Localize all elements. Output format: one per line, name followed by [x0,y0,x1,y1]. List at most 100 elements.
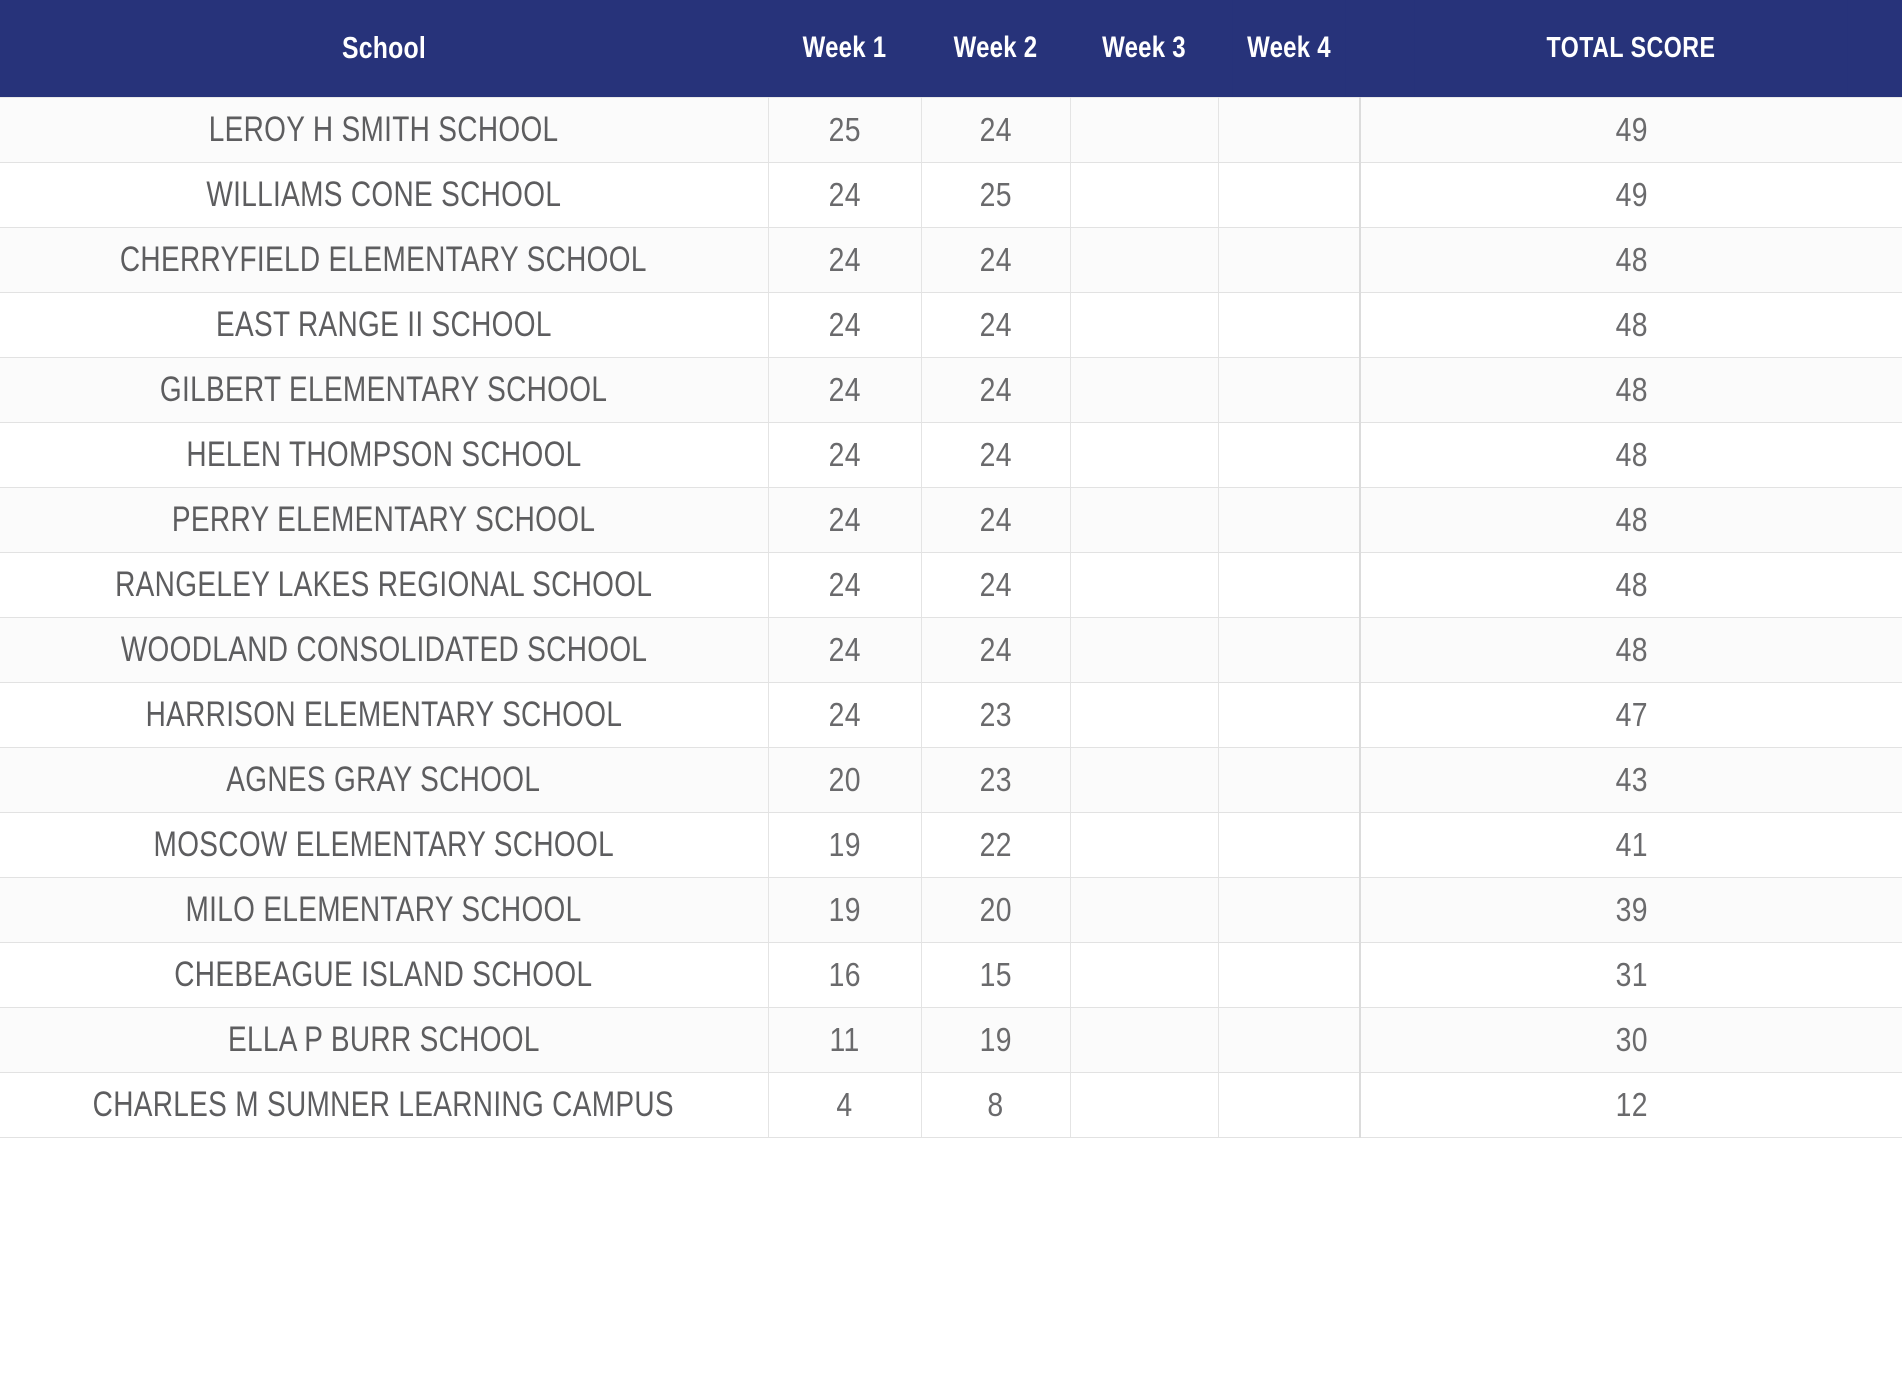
cell-total-score: 48 [1359,292,1902,358]
cell-week-3 [1070,487,1219,553]
cell-total-score-text: 12 [1615,1085,1648,1123]
table-header: School Week 1 Week 2 Week 3 Week 4 TOTAL… [0,0,1902,97]
column-header-week-1[interactable]: Week 1 [783,0,906,97]
cell-school-text: MILO ELEMENTARY SCHOOL [185,889,582,929]
cell-week-1: 11 [768,1007,922,1073]
cell-school-text: ELLA P BURR SCHOOL [227,1019,540,1059]
school-score-table: School Week 1 Week 2 Week 3 Week 4 TOTAL… [0,0,1902,1138]
cell-school-text: GILBERT ELEMENTARY SCHOOL [160,369,608,409]
cell-school-text: MOSCOW ELEMENTARY SCHOOL [153,824,614,864]
cell-total-score-text: 39 [1615,890,1648,928]
cell-week-1: 19 [768,812,922,878]
cell-week-2-text: 24 [979,435,1012,473]
cell-school: ELLA P BURR SCHOOL [0,1007,769,1073]
cell-school-text: CHERRYFIELD ELEMENTARY SCHOOL [120,239,648,279]
cell-week-4 [1218,357,1360,423]
cell-week-1: 24 [768,682,922,748]
cell-school: MILO ELEMENTARY SCHOOL [0,877,769,943]
table-body: LEROY H SMITH SCHOOL 25 24 49 WILLIAMS CONE … [0,96,1902,1138]
cell-week-4 [1218,812,1360,878]
cell-week-2: 24 [921,227,1071,293]
cell-week-2: 19 [921,1007,1071,1073]
column-header-school[interactable]: School [76,0,692,97]
cell-week-2-text: 24 [979,500,1012,538]
cell-school-text: LEROY H SMITH SCHOOL [208,109,559,149]
cell-total-score-text: 30 [1615,1020,1648,1058]
cell-school: GILBERT ELEMENTARY SCHOOL [0,357,769,423]
cell-week-3 [1070,422,1219,488]
cell-school-text: CHARLES M SUMNER LEARNING CAMPUS [93,1084,675,1124]
cell-week-2: 24 [921,422,1071,488]
cell-week-2-text: 24 [979,305,1012,343]
cell-total-score: 39 [1359,877,1902,943]
cell-week-4 [1218,162,1360,228]
cell-school: CHARLES M SUMNER LEARNING CAMPUS [0,1072,769,1138]
cell-week-3 [1070,877,1219,943]
cell-week-1-text: 24 [828,240,861,278]
table-row: CHEBEAGUE ISLAND SCHOOL 16 15 31 [0,942,1902,1008]
cell-week-1: 16 [768,942,922,1008]
cell-school: PERRY ELEMENTARY SCHOOL [0,487,769,553]
cell-total-score-text: 47 [1615,695,1648,733]
cell-week-1-text: 19 [828,825,861,863]
cell-week-2-text: 15 [979,955,1012,993]
cell-week-1: 25 [768,96,922,163]
column-header-total-score[interactable]: TOTAL SCORE [1414,0,1848,97]
cell-week-2: 24 [921,487,1071,553]
cell-week-2: 15 [921,942,1071,1008]
column-header-week-2-label: Week 2 [953,31,1038,65]
cell-week-1: 24 [768,162,922,228]
cell-week-2: 23 [921,747,1071,813]
cell-school: MOSCOW ELEMENTARY SCHOOL [0,812,769,878]
column-header-week-1-label: Week 1 [802,31,887,65]
table-row: WILLIAMS CONE SCHOOL 24 25 49 [0,162,1902,228]
cell-week-1-text: 24 [828,630,861,668]
cell-week-3 [1070,96,1219,163]
column-header-week-4[interactable]: Week 4 [1232,0,1346,97]
cell-week-3 [1070,942,1219,1008]
column-header-week-4-label: Week 4 [1247,31,1331,65]
cell-week-1-text: 24 [828,370,861,408]
cell-week-1-text: 20 [828,760,861,798]
cell-week-1: 24 [768,552,922,618]
cell-total-score: 49 [1359,162,1902,228]
cell-week-1-text: 24 [828,565,861,603]
cell-school: HELEN THOMPSON SCHOOL [0,422,769,488]
cell-total-score: 48 [1359,422,1902,488]
cell-week-1-text: 24 [828,305,861,343]
cell-school: EAST RANGE II SCHOOL [0,292,769,358]
cell-total-score-text: 48 [1615,435,1648,473]
cell-week-3 [1070,162,1219,228]
cell-total-score-text: 41 [1615,825,1648,863]
column-header-week-2[interactable]: Week 2 [935,0,1056,97]
cell-week-3 [1070,227,1219,293]
cell-week-4 [1218,942,1360,1008]
cell-school: CHERRYFIELD ELEMENTARY SCHOOL [0,227,769,293]
cell-total-score: 49 [1359,96,1902,163]
cell-week-1-text: 24 [828,695,861,733]
cell-week-4 [1218,682,1360,748]
table-row: MILO ELEMENTARY SCHOOL 19 20 39 [0,877,1902,943]
cell-week-2-text: 22 [979,825,1012,863]
cell-week-1-text: 19 [828,890,861,928]
cell-school-text: EAST RANGE II SCHOOL [215,304,552,344]
cell-total-score-text: 31 [1615,955,1648,993]
cell-week-2: 24 [921,617,1071,683]
cell-total-score-text: 48 [1615,370,1648,408]
cell-week-1: 4 [768,1072,922,1138]
cell-total-score: 48 [1359,227,1902,293]
cell-week-2-text: 23 [979,760,1012,798]
cell-week-2: 24 [921,552,1071,618]
column-header-week-3[interactable]: Week 3 [1084,0,1204,97]
cell-school: HARRISON ELEMENTARY SCHOOL [0,682,769,748]
cell-total-score-text: 48 [1615,630,1648,668]
cell-week-4 [1218,292,1360,358]
table-header-row: School Week 1 Week 2 Week 3 Week 4 TOTAL… [0,0,1902,97]
cell-week-1-text: 24 [828,175,861,213]
table-row: GILBERT ELEMENTARY SCHOOL 24 24 48 [0,357,1902,423]
table-row: AGNES GRAY SCHOOL 20 23 43 [0,747,1902,813]
cell-week-1-text: 25 [828,110,861,148]
cell-school: CHEBEAGUE ISLAND SCHOOL [0,942,769,1008]
cell-school-text: RANGELEY LAKES REGIONAL SCHOOL [115,564,653,604]
column-header-week-3-label: Week 3 [1102,31,1186,65]
